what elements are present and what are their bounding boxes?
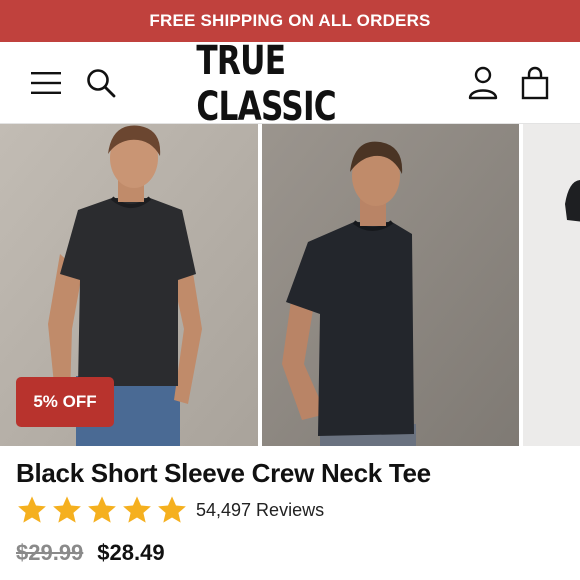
product-gallery[interactable]: 5% OFF xyxy=(0,124,580,446)
product-photo-front[interactable]: 5% OFF xyxy=(0,124,258,446)
search-button[interactable] xyxy=(82,64,120,102)
flat-shirt-image xyxy=(523,124,580,446)
site-header: TRUE CLASSIC xyxy=(0,38,580,130)
promo-banner: FREE SHIPPING ON ALL ORDERS xyxy=(0,0,580,42)
cart-button[interactable] xyxy=(514,62,556,104)
star-icon xyxy=(88,496,116,523)
account-icon xyxy=(468,66,498,100)
sale-price: $28.49 xyxy=(97,540,165,565)
model-side-image xyxy=(262,124,519,446)
review-count[interactable]: 54,497 Reviews xyxy=(196,500,324,521)
price-row: $29.99 $28.49 xyxy=(16,538,165,568)
search-icon xyxy=(87,69,116,98)
discount-badge-text: 5% OFF xyxy=(33,392,97,411)
product-title[interactable]: Black Short Sleeve Crew Neck Tee xyxy=(16,458,576,489)
product-info: Black Short Sleeve Crew Neck Tee 54,497 … xyxy=(0,446,580,580)
product-photo-flat[interactable] xyxy=(523,124,580,446)
menu-icon xyxy=(31,72,61,94)
product-photo-side[interactable] xyxy=(262,124,519,446)
star-icon xyxy=(158,496,186,523)
original-price: $29.99 xyxy=(16,540,84,565)
star-icon xyxy=(123,496,151,523)
promo-text: FREE SHIPPING ON ALL ORDERS xyxy=(149,11,431,30)
account-button[interactable] xyxy=(462,62,504,104)
star-icon xyxy=(18,496,46,523)
brand-logo[interactable]: TRUE CLASSIC xyxy=(196,38,383,130)
menu-button[interactable] xyxy=(28,66,64,100)
cart-icon xyxy=(521,66,549,100)
rating-row[interactable]: 54,497 Reviews xyxy=(16,494,324,526)
star-icon xyxy=(53,496,81,523)
star-rating xyxy=(16,494,188,526)
discount-badge: 5% OFF xyxy=(16,377,114,427)
